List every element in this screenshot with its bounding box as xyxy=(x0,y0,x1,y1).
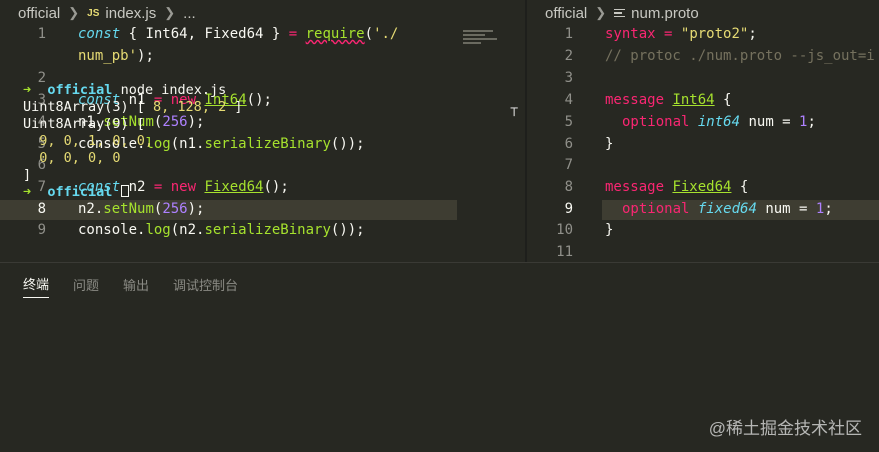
code-line-2: // protoc ./num.proto --js_out=i xyxy=(605,48,875,64)
line-number: 2 xyxy=(564,48,573,64)
line-number: 1 xyxy=(37,26,46,42)
terminal-line: Uint8Array(3) [ 8, 128, 2 ] xyxy=(23,99,243,115)
code-line-9: console.log(n2.serializeBinary()); xyxy=(78,222,365,238)
proto-file-icon xyxy=(614,8,626,19)
code-line-1-wrap: num_pb'); xyxy=(78,48,154,64)
chevron-right-icon: ❯ xyxy=(164,5,176,20)
line-number: 10 xyxy=(556,222,573,238)
watermark: @稀土掘金技术社区 xyxy=(708,419,862,438)
line-number: 5 xyxy=(564,114,573,130)
minimap[interactable] xyxy=(463,30,503,52)
line-number: 11 xyxy=(556,244,573,260)
chevron-right-icon: ❯ xyxy=(68,5,80,20)
breadcrumb-file[interactable]: num.proto xyxy=(631,5,699,22)
line-number: 6 xyxy=(564,136,573,152)
tab-terminal[interactable]: 终端 xyxy=(23,270,50,298)
chevron-right-icon: ❯ xyxy=(595,5,607,20)
breadcrumb: official ❯ JS index.js ❯ ... xyxy=(0,0,525,26)
code-line-10: } xyxy=(605,222,614,238)
line-number: 9 xyxy=(564,201,573,217)
terminal-output[interactable]: ➜ official node index.js Uint8Array(3) [… xyxy=(23,82,242,201)
terminal-line: ] xyxy=(23,167,32,183)
tab-problems[interactable]: 问题 xyxy=(73,271,99,298)
line-number: 8 xyxy=(564,179,573,195)
code-line-1: const { Int64, Fixed64 } = require('./ xyxy=(78,26,399,42)
line-number: 7 xyxy=(564,157,573,173)
tab-output[interactable]: 输出 xyxy=(123,271,149,298)
tab-debug-console[interactable]: 调试控制台 xyxy=(173,271,238,298)
code-line-8: message Fixed64 { xyxy=(605,179,749,195)
breadcrumb-ellipsis[interactable]: ... xyxy=(183,5,196,22)
js-file-icon: JS xyxy=(87,7,100,19)
breadcrumb-folder[interactable]: official xyxy=(545,5,587,22)
line-number: 4 xyxy=(564,92,573,108)
terminal-line: 9, 0, 1, 0, 0, xyxy=(23,133,154,149)
code-line-5: optional int64 num = 1; xyxy=(622,114,816,130)
code-line-4: message Int64 { xyxy=(605,92,732,108)
terminal-cursor xyxy=(120,185,129,197)
current-line-highlight xyxy=(0,200,457,220)
code-line-6: } xyxy=(605,136,614,152)
line-number: 8 xyxy=(37,201,46,217)
code-line-1: syntax = "proto2"; xyxy=(605,26,757,42)
code-line-9: optional fixed64 num = 1; xyxy=(622,201,833,217)
breadcrumb: official ❯ num.proto xyxy=(527,0,879,26)
editor-pane-right[interactable]: official ❯ num.proto 1 2 3 4 5 6 7 8 9 1… xyxy=(527,0,879,262)
line-number: 1 xyxy=(564,26,573,42)
line-number: 3 xyxy=(564,70,573,86)
terminal-prompt: ➜ official xyxy=(23,184,242,201)
terminal-prompt: ➜ official node index.js xyxy=(23,82,227,98)
code-line-8: n2.setNum(256); xyxy=(78,201,205,217)
terminal-line: 0, 0, 0, 0 xyxy=(23,150,121,166)
terminal-line: Uint8Array(9) [ xyxy=(23,116,145,132)
line-number: 9 xyxy=(37,222,46,238)
panel-tabs: 终端 问题 输出 调试控制台 xyxy=(0,263,879,305)
text-cursor-icon: ⊤ xyxy=(510,104,519,120)
breadcrumb-file[interactable]: index.js xyxy=(105,5,156,22)
breadcrumb-folder[interactable]: official xyxy=(18,5,60,22)
